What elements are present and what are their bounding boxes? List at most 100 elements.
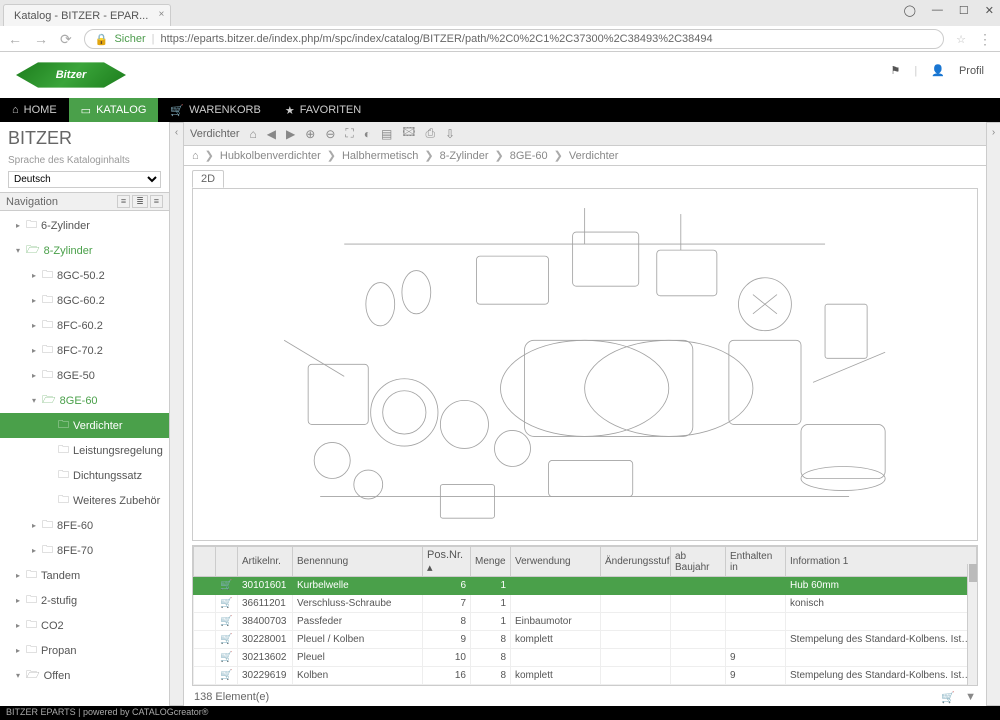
tree-item[interactable]: ▸🗀8GC-50.2 — [0, 263, 169, 288]
brand-logo[interactable]: Bitzer — [16, 57, 126, 93]
print-icon[interactable]: ⎙ — [425, 126, 435, 141]
col-baujahr[interactable]: ab Baujahr — [671, 547, 726, 577]
footer: BITZER EPARTS | powered by CATALOGcreato… — [0, 706, 1000, 720]
add-cart-icon[interactable]: 🛒 — [216, 649, 238, 667]
breadcrumb-item[interactable]: 8GE-60 — [510, 150, 548, 162]
browser-tab[interactable]: Katalog - BITZER - EPAR... × — [3, 4, 171, 26]
close-window-icon[interactable]: ✕ — [985, 4, 994, 17]
tree-item[interactable]: ▾🗁8-Zylinder — [0, 238, 169, 263]
table-row[interactable]: 🛒36611201Verschluss-Schraube71konisch — [194, 595, 977, 613]
col-menge[interactable]: Menge — [471, 547, 511, 577]
tree-item[interactable]: ▸🗀8FE-70 — [0, 538, 169, 563]
expand-icon[interactable]: ≡ — [117, 195, 130, 208]
home-icon[interactable]: ⌂ — [250, 127, 257, 141]
add-cart-icon[interactable]: 🛒 — [216, 595, 238, 613]
download-icon[interactable]: ⇩ — [445, 127, 455, 141]
collapse-left[interactable]: ‹ — [170, 122, 184, 706]
breadcrumb-item[interactable]: Hubkolbenverdichter — [220, 150, 321, 162]
back-icon[interactable]: ◀ — [267, 127, 276, 141]
profile-link[interactable]: Profil — [959, 65, 984, 77]
cart-icon[interactable]: 🛒 — [941, 691, 955, 704]
col-artikelnr[interactable]: Artikelnr. — [238, 547, 293, 577]
tree-item[interactable]: ▸🗀2-stufig — [0, 588, 169, 613]
tree-item[interactable]: ▾🗁8GE-60 — [0, 388, 169, 413]
breadcrumb-item[interactable]: 8-Zylinder — [440, 150, 489, 162]
table-row[interactable]: 🛒38400703Passfeder81Einbaumotor — [194, 613, 977, 631]
table-row[interactable]: 🛒30213602Pleuel1089 — [194, 649, 977, 667]
forward-icon[interactable]: ▶ — [286, 127, 295, 141]
col-info[interactable]: Information 1 — [786, 547, 977, 577]
back-icon[interactable]: ← — [8, 31, 22, 47]
close-icon[interactable]: × — [158, 9, 164, 20]
reload-icon[interactable]: ⟳ — [60, 31, 72, 48]
tree-label: 8GE-60 — [60, 395, 98, 407]
layers-icon[interactable]: ▤ — [381, 127, 392, 141]
col-benennung[interactable]: Benennung — [293, 547, 423, 577]
url-input[interactable]: 🔒 Sicher | https://eparts.bitzer.de/inde… — [84, 29, 944, 49]
bookmark-icon[interactable]: ☆ — [956, 33, 966, 46]
col-aenderung[interactable]: Änderungsstufe — [601, 547, 671, 577]
nav-katalog[interactable]: ▭KATALOG — [69, 98, 159, 122]
flag-icon[interactable]: ⚑ — [891, 64, 901, 77]
nav-favoriten[interactable]: ★FAVORITEN — [273, 98, 373, 122]
tree-item[interactable]: ▸🗀Propan — [0, 638, 169, 663]
fit-icon[interactable]: ⛶ — [345, 126, 353, 141]
table-row[interactable]: 🛒30228001Pleuel / Kolben98komplettStempe… — [194, 631, 977, 649]
tree-item[interactable]: ▸🗀8FE-60 — [0, 513, 169, 538]
add-cart-icon[interactable]: 🛒 — [216, 577, 238, 595]
image-icon[interactable]: 🖾 — [402, 123, 415, 144]
tab-2d[interactable]: 2D — [192, 170, 224, 188]
collapse-right[interactable]: › — [986, 122, 1000, 706]
tree-item[interactable]: ▾🗁Offen — [0, 663, 169, 688]
scrollbar[interactable] — [967, 564, 977, 685]
collapse-icon[interactable]: ≡ — [150, 195, 163, 208]
zoom-out-icon[interactable]: ⊖ — [325, 127, 335, 141]
nav-home[interactable]: ⌂HOME — [0, 98, 69, 122]
zoom-in-icon[interactable]: ⊕ — [305, 127, 315, 141]
breadcrumb-item[interactable]: Halbhermetisch — [342, 150, 418, 162]
tree-item[interactable]: 🗀Verdichter — [0, 413, 169, 438]
tree-item[interactable]: 🗀Leistungsregelung — [0, 438, 169, 463]
tree-item[interactable]: 🗀Weiteres Zubehör — [0, 488, 169, 513]
contrast-icon[interactable]: ◐ — [364, 127, 371, 141]
filter-icon[interactable]: ▼ — [965, 691, 976, 704]
tree-item[interactable]: ▸🗀8GE-50 — [0, 363, 169, 388]
folder-icon: 🗀 — [42, 541, 53, 560]
col-verwendung[interactable]: Verwendung — [511, 547, 601, 577]
language-select[interactable]: Deutsch — [8, 171, 161, 188]
tree-item[interactable]: ▸🗀6-Zylinder — [0, 213, 169, 238]
table-row[interactable]: 🛒30229619Kolben168komplett9Stempelung de… — [194, 667, 977, 685]
col-enthalten[interactable]: Enthalten in — [726, 547, 786, 577]
add-cart-icon[interactable]: 🛒 — [216, 631, 238, 649]
app-header: Bitzer ⚑ | 👤 Profil — [0, 52, 1000, 98]
home-icon[interactable]: ⌂ — [192, 150, 199, 162]
list-icon[interactable]: ≣ — [132, 195, 148, 208]
minimize-icon[interactable]: — — [932, 4, 943, 17]
table-row[interactable]: 🛒30101601Kurbelwelle61Hub 60mm — [194, 577, 977, 595]
maximize-icon[interactable]: ☐ — [959, 4, 969, 17]
tree-item[interactable]: ▸🗀8FC-70.2 — [0, 338, 169, 363]
exploded-view[interactable] — [192, 188, 978, 541]
secure-label: Sicher — [114, 33, 145, 45]
menu-icon[interactable]: ⋮ — [978, 31, 992, 48]
tree-item[interactable]: ▸🗀Tandem — [0, 563, 169, 588]
home-icon: ⌂ — [12, 104, 19, 116]
col-posnr[interactable]: Pos.Nr. ▴ — [423, 547, 471, 577]
add-cart-icon[interactable]: 🛒 — [216, 613, 238, 631]
forward-icon[interactable]: → — [34, 31, 48, 47]
breadcrumb-item[interactable]: Verdichter — [569, 150, 619, 162]
tree-label: Leistungsregelung — [73, 445, 163, 457]
add-cart-icon[interactable]: 🛒 — [216, 667, 238, 685]
breadcrumb: ⌂ ❯Hubkolbenverdichter❯Halbhermetisch❯8-… — [184, 146, 986, 166]
nav-warenkorb[interactable]: 🛒WARENKORB — [158, 98, 272, 122]
catalog-icon: ▭ — [81, 104, 91, 117]
user-icon[interactable]: 👤 — [931, 64, 945, 77]
user-icon[interactable]: ◯ — [904, 4, 916, 17]
schematic-svg — [224, 188, 945, 541]
tree-item[interactable]: ▸🗀8GC-60.2 — [0, 288, 169, 313]
tree-item[interactable]: 🗀Dichtungssatz — [0, 463, 169, 488]
tree-item[interactable]: ▸🗀CO2 — [0, 613, 169, 638]
folder-icon: 🗀 — [58, 491, 69, 510]
tree-label: 8FC-60.2 — [57, 320, 103, 332]
tree-item[interactable]: ▸🗀8FC-60.2 — [0, 313, 169, 338]
